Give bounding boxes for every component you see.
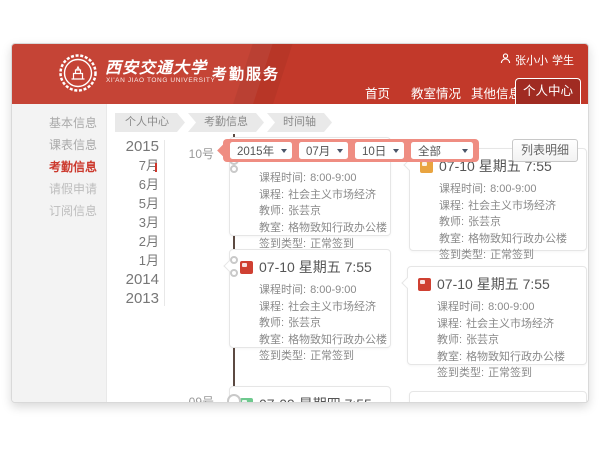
card-field: 课程:社会主义市场经济	[259, 299, 380, 316]
chevron-down-icon	[393, 149, 399, 153]
card-field: 课程:社会主义市场经济	[437, 316, 576, 333]
attendance-card-row1-right[interactable]: 07-10 星期五 7:55 课程时间:8:00-9:00课程:社会主义市场经济…	[409, 148, 587, 251]
current-month-marker	[155, 163, 157, 172]
breadcrumb: 个人中心 考勤信息 时间轴	[115, 113, 332, 132]
attendance-card-row2-left[interactable]: 07-10 星期五 7:55 课程时间:8:00-9:00课程:社会主义市场经济…	[229, 249, 391, 348]
card-title: 07-09 星期四 7:55	[240, 394, 380, 403]
header: 西安交通大学 XI'AN JIAO TONG UNIVERSITY 考勤服务 张…	[12, 44, 588, 104]
timeline-entry-jul[interactable]: 7月	[112, 156, 159, 175]
chevron-down-icon	[337, 149, 343, 153]
list-detail-button[interactable]: 列表明细	[512, 139, 578, 162]
university-logo-icon	[58, 53, 98, 98]
nav-classrooms[interactable]: 教室情况	[411, 83, 461, 102]
app-title: 考勤服务	[212, 63, 280, 84]
card-field: 教室:格物致知行政办公楼	[439, 231, 576, 248]
type-select[interactable]: 全部	[411, 142, 473, 159]
attendance-card-row2-right[interactable]: 07-10 星期五 7:55 课程时间:8:00-9:00课程:社会主义市场经济…	[407, 266, 587, 365]
card-field: 课程:社会主义市场经济	[439, 198, 576, 215]
app-window: 西安交通大学 XI'AN JIAO TONG UNIVERSITY 考勤服务 张…	[11, 43, 589, 403]
card-field: 教室:格物致知行政办公楼	[259, 332, 380, 349]
university-name-cn: 西安交通大学	[105, 54, 207, 78]
timeline-entry-2014[interactable]: 2014	[112, 270, 159, 289]
sidebar-item-basic-info[interactable]: 基本信息	[12, 112, 106, 134]
attendance-card-row3-left[interactable]: 07-09 星期四 7:55	[229, 386, 391, 403]
user-info[interactable]: 张小小 学生	[500, 52, 574, 68]
timeline-node-large-bottom	[227, 394, 241, 403]
card-field: 教室:格物致知行政办公楼	[259, 220, 380, 237]
signin-type-icon	[240, 398, 253, 404]
page: 西安交通大学 XI'AN JIAO TONG UNIVERSITY 考勤服务 张…	[0, 0, 600, 450]
nav-other-info[interactable]: 其他信息	[471, 83, 521, 102]
timeline-node-small-1	[230, 165, 238, 173]
university-name-en: XI'AN JIAO TONG UNIVERSITY	[106, 77, 215, 84]
user-name: 张小小	[515, 52, 548, 68]
chevron-down-icon	[281, 149, 287, 153]
sidebar-item-subscription-info[interactable]: 订阅信息	[12, 200, 106, 222]
month-select[interactable]: 07月	[299, 142, 348, 159]
user-icon	[500, 53, 511, 67]
card-field: 课程:社会主义市场经济	[259, 187, 380, 204]
day-marker-10: 10号	[176, 145, 214, 162]
attendance-card-row3-right[interactable]	[409, 391, 587, 403]
sidebar-item-attendance-info[interactable]: 考勤信息	[12, 156, 106, 178]
sidebar-item-schedule-info[interactable]: 课表信息	[12, 134, 106, 156]
signin-type-icon	[240, 261, 253, 274]
breadcrumb-personal-center[interactable]: 个人中心	[115, 113, 185, 132]
timeline-entry-jan[interactable]: 1月	[112, 251, 159, 270]
year-select[interactable]: 2015年	[230, 142, 292, 159]
card-field: 课程时间:8:00-9:00	[259, 170, 380, 187]
breadcrumb-attendance-info[interactable]: 考勤信息	[188, 113, 264, 132]
user-role: 学生	[552, 52, 574, 68]
timeline-entry-2013[interactable]: 2013	[112, 289, 159, 308]
day-select[interactable]: 10日	[355, 142, 404, 159]
nav-personal-center-active-tab[interactable]: 个人中心	[515, 78, 581, 104]
nav-home[interactable]: 首页	[365, 83, 390, 102]
card-title: 07-10 星期五 7:55	[418, 274, 576, 294]
chevron-down-icon	[462, 149, 468, 153]
card-field: 教师:张芸京	[437, 332, 576, 349]
sidebar-item-leave-request[interactable]: 请假申请	[12, 178, 106, 200]
signin-type-icon	[418, 278, 431, 291]
timeline-year-list: 2015 7月 6月 5月 3月 2月 1月 2014 2013	[112, 137, 159, 308]
card-field: 课程时间:8:00-9:00	[439, 181, 576, 198]
card-tail	[401, 277, 412, 288]
sidebar: 基本信息 课表信息 考勤信息 请假申请 订阅信息	[12, 104, 107, 403]
breadcrumb-timeline[interactable]: 时间轴	[267, 113, 332, 132]
card-field: 签到类型:正常签到	[439, 247, 576, 264]
timeline-entry-feb[interactable]: 2月	[112, 232, 159, 251]
card-field: 签到类型:正常签到	[437, 365, 576, 382]
timeline-node-small-2	[230, 256, 238, 264]
card-field: 教师:张芸京	[259, 203, 380, 220]
card-field: 教师:张芸京	[259, 315, 380, 332]
card-field: 教师:张芸京	[439, 214, 576, 231]
card-field: 签到类型:正常签到	[259, 348, 380, 365]
timeline-entry-jun[interactable]: 6月	[112, 175, 159, 194]
filter-bar: 2015年 07月 10日 全部	[223, 139, 479, 162]
timeline-entry-may[interactable]: 5月	[112, 194, 159, 213]
card-field: 课程时间:8:00-9:00	[437, 299, 576, 316]
card-title: 07-10 星期五 7:55	[240, 257, 380, 277]
card-field: 课程时间:8:00-9:00	[259, 282, 380, 299]
timeline-entry-2015[interactable]: 2015	[112, 137, 159, 156]
card-field: 教室:格物致知行政办公楼	[437, 349, 576, 366]
timeline-node-small-3	[230, 269, 238, 277]
timeline-entry-mar[interactable]: 3月	[112, 213, 159, 232]
day-marker-09: 09号	[176, 393, 214, 403]
year-list-separator	[164, 140, 165, 306]
